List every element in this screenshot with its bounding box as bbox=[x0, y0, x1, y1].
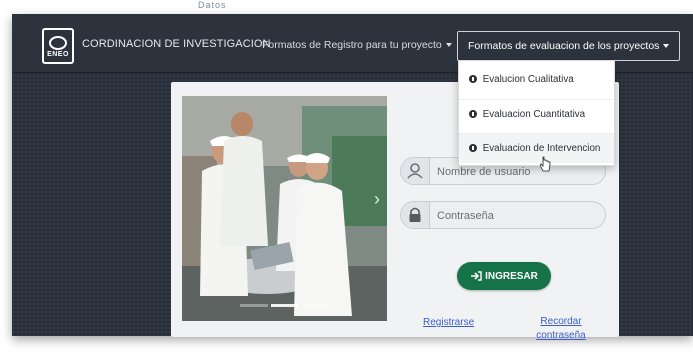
eneo-logo-icon[interactable]: ENEO bbox=[42, 28, 74, 64]
forgot-password-link[interactable]: Recordar contraseña bbox=[531, 315, 591, 343]
mouse-cursor-icon bbox=[540, 156, 551, 172]
dropdown-item-cuantitativa[interactable]: Evaluacion Cuantitativa bbox=[459, 99, 614, 129]
top-strip: Datos bbox=[0, 0, 693, 14]
caret-down-icon bbox=[445, 43, 452, 48]
circle-bullet-icon bbox=[469, 144, 477, 153]
dropdown-item-label: Evaluacion de Intervencion bbox=[482, 143, 601, 154]
app-window: ENEO CORDINACION DE INVESTIGACION Format… bbox=[12, 14, 693, 341]
nurses-photo bbox=[182, 96, 387, 321]
carousel-indicator-active[interactable] bbox=[270, 304, 299, 307]
dropdown-item-label: Evaluacion Cuantitativa bbox=[482, 109, 586, 120]
nav-evaluacion-label: Formatos de evaluacion de los proyectos bbox=[468, 40, 660, 52]
nav-registro-dropdown[interactable]: Formatos de Registro para tu proyecto bbox=[262, 39, 452, 51]
circle-bullet-icon bbox=[469, 110, 477, 119]
dropdown-item-label: Evalucion Cualitativa bbox=[482, 74, 574, 85]
user-icon bbox=[401, 158, 430, 184]
dropdown-item-cualitativa[interactable]: Evalucion Cualitativa bbox=[459, 65, 614, 95]
carousel-indicator[interactable] bbox=[301, 304, 330, 307]
carousel-indicators bbox=[182, 304, 387, 307]
register-link[interactable]: Registrarse bbox=[423, 317, 474, 328]
nav-evaluacion-dropdown[interactable]: Formatos de evaluacion de los proyectos bbox=[457, 31, 681, 61]
ingresar-label: INGRESAR bbox=[485, 270, 538, 282]
password-input[interactable] bbox=[435, 206, 599, 226]
brand-title[interactable]: CORDINACION DE INVESTIGACION bbox=[82, 38, 271, 50]
carousel-indicator[interactable] bbox=[239, 304, 268, 307]
caret-down-icon bbox=[663, 44, 670, 49]
chevron-right-icon[interactable]: › bbox=[371, 188, 383, 210]
carousel-photo: › bbox=[182, 96, 387, 321]
lock-icon bbox=[401, 202, 430, 228]
password-field[interactable] bbox=[400, 201, 606, 229]
circle-bullet-icon bbox=[469, 75, 477, 84]
dropdown-item-intervencion[interactable]: Evaluacion de Intervencion bbox=[459, 133, 614, 163]
logo-text: ENEO bbox=[47, 51, 69, 58]
evaluacion-dropdown-menu: Evalucion Cualitativa Evaluacion Cuantit… bbox=[458, 60, 615, 166]
forgot-link-line1: Recordar bbox=[540, 316, 582, 327]
logo-emblem bbox=[49, 36, 67, 50]
ingresar-button[interactable]: INGRESAR bbox=[457, 262, 551, 290]
page-caption: Datos bbox=[198, 0, 227, 10]
sign-in-icon bbox=[471, 271, 482, 281]
nav-registro-label: Formatos de Registro para tu proyecto bbox=[262, 39, 442, 51]
forgot-link-line2: contraseña bbox=[536, 330, 586, 341]
